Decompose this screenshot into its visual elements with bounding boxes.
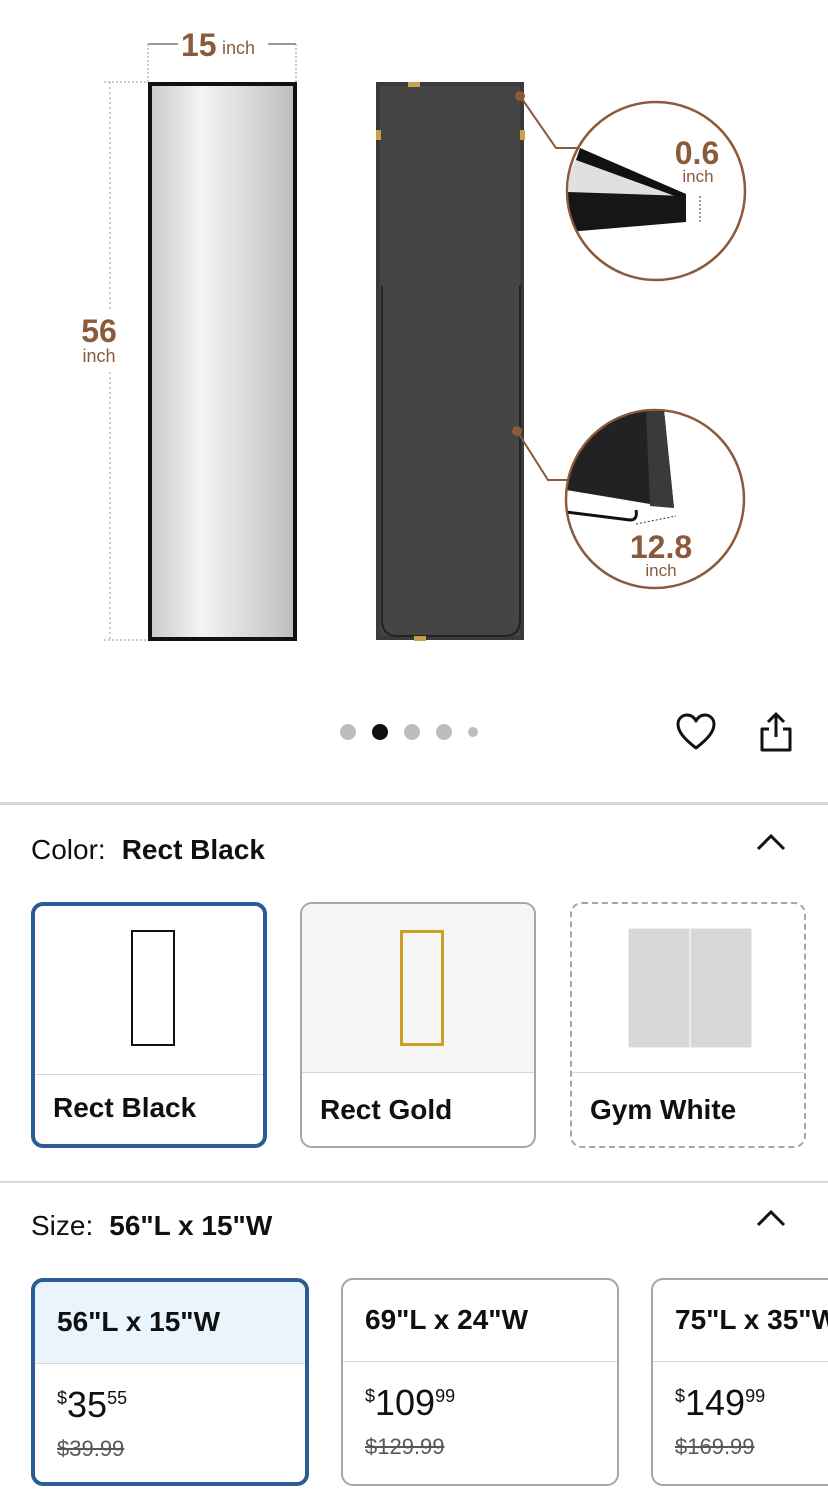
color-option-rect-gold[interactable]: Rect Gold [300,902,536,1148]
wishlist-button[interactable] [672,708,720,756]
stand-value: 12.8 [630,529,692,565]
size-option-list-price: $129.99 [365,1434,445,1459]
size-option-label: 69"L x 24"W [343,1280,617,1362]
color-option-gym-white[interactable]: Gym White [570,902,806,1148]
size-selected-value: 56"L x 15"W [109,1210,273,1241]
share-button[interactable] [752,708,800,756]
carousel-dot[interactable] [436,724,452,740]
color-selected-value: Rect Black [121,834,265,865]
size-option-price: $3555 [57,1384,128,1425]
image-carousel-indicator[interactable] [340,724,494,740]
carousel-dot[interactable] [340,724,356,740]
share-icon [760,712,792,752]
chevron-up-icon[interactable] [754,1206,788,1230]
size-option-label: 56"L x 15"W [35,1282,305,1364]
thickness-value: 0.6 [675,135,719,171]
size-option-price: $14999 [675,1382,766,1423]
size-option-75x35[interactable]: 75"L x 35"W $14999 $169.99 [651,1278,828,1486]
rect-black-thumbnail [35,906,263,1075]
size-label: Size: [31,1210,94,1241]
heart-icon [676,713,716,750]
thickness-unit: inch [682,167,713,186]
size-option-list-price: $39.99 [57,1436,125,1461]
size-option-label: 75"L x 35"W [653,1280,828,1362]
size-option-56x15[interactable]: 56"L x 15"W $3555 $39.99 [31,1278,309,1486]
width-value: 15 [181,27,217,63]
width-unit: inch [222,38,255,58]
stand-unit: inch [645,561,676,580]
size-heading: Size: 56"L x 15"W [31,1210,272,1242]
size-option-price: $10999 [365,1382,456,1423]
color-label: Color: [31,834,106,865]
size-option-list-price: $169.99 [675,1434,755,1459]
chevron-up-icon[interactable] [754,830,788,854]
height-value: 56 [81,313,117,349]
size-option-69x24[interactable]: 69"L x 24"W $10999 $129.99 [341,1278,619,1486]
gym-white-thumbnail [572,904,804,1073]
color-option-label: Rect Black [53,1092,197,1123]
carousel-dot[interactable] [404,724,420,740]
color-option-rect-black[interactable]: Rect Black [31,902,267,1148]
color-option-label: Rect Gold [320,1094,453,1125]
rect-gold-thumbnail [302,904,534,1073]
divider [0,802,828,805]
color-heading: Color: Rect Black [31,834,265,866]
carousel-dot[interactable] [468,727,478,737]
product-image[interactable]: 15 inch 56 inch 0.6 inch 12.8 inch [0,0,828,680]
height-unit: inch [82,346,115,366]
color-option-label: Gym White [590,1094,737,1125]
carousel-dot-active[interactable] [372,724,388,740]
divider [0,1181,828,1183]
